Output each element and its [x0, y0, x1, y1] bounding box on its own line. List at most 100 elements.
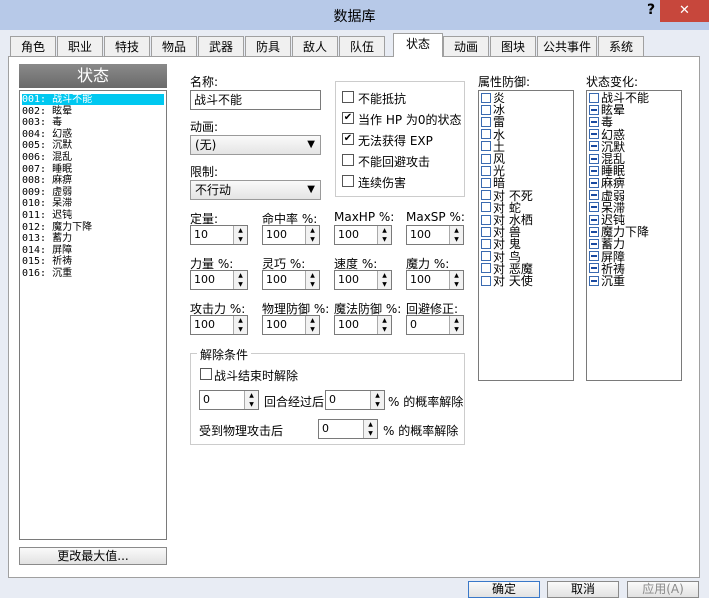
field-spinner[interactable]: 100 ▲ ▼	[334, 270, 392, 290]
minus-icon[interactable]	[589, 263, 599, 274]
checkbox-icon[interactable]	[481, 141, 491, 152]
cancel-button[interactable]: 取消	[547, 581, 619, 598]
checkbox-icon[interactable]	[481, 251, 491, 262]
checkbox-icon[interactable]	[481, 116, 491, 127]
help-button[interactable]: ?	[644, 2, 658, 20]
minus-icon[interactable]	[589, 190, 599, 201]
checkbox-icon[interactable]	[589, 92, 599, 103]
flag-checkbox[interactable]	[342, 175, 354, 187]
element-defense-list[interactable]: 炎冰雷水土风光暗对 不死对 蛇对 水栖对 兽对 鬼对 鸟对 恶魔对 天使	[478, 90, 574, 381]
state-list-item[interactable]: 014: 屏障	[22, 245, 72, 256]
state-list-item[interactable]: 006: 混乱	[22, 152, 72, 163]
spin-down-icon[interactable]: ▼	[370, 400, 384, 409]
minus-icon[interactable]	[589, 226, 599, 237]
field-spinner[interactable]: 100 ▲ ▼	[190, 270, 248, 290]
checkbox-icon[interactable]	[481, 238, 491, 249]
state-list-item[interactable]: 015: 祈祷	[22, 256, 72, 267]
minus-icon[interactable]	[589, 153, 599, 164]
change-max-button[interactable]: 更改最大值...	[19, 547, 167, 565]
animation-select[interactable]: (无) ▼	[190, 135, 321, 155]
checkbox-icon[interactable]	[481, 104, 491, 115]
spin-down-icon[interactable]: ▼	[305, 235, 319, 244]
spin-down-icon[interactable]: ▼	[449, 325, 463, 334]
spin-down-icon[interactable]: ▼	[377, 325, 391, 334]
checkbox-icon[interactable]	[481, 202, 491, 213]
state-list-item[interactable]: 012: 魔力下降	[22, 222, 92, 233]
state-list-item[interactable]: 011: 迟钝	[22, 210, 72, 221]
spin-down-icon[interactable]: ▼	[363, 429, 377, 438]
physical-probability-spinner[interactable]: 0 ▲ ▼	[318, 419, 378, 439]
state-list-item[interactable]: 010: 呆滞	[22, 198, 72, 209]
spin-down-icon[interactable]: ▼	[377, 235, 391, 244]
spin-down-icon[interactable]: ▼	[449, 235, 463, 244]
apply-button[interactable]: 应用(A)	[627, 581, 699, 598]
minus-icon[interactable]	[589, 129, 599, 140]
flag-checkbox[interactable]: ✔	[342, 112, 354, 124]
tab-9[interactable]: 状态	[393, 33, 443, 57]
state-list-item[interactable]: 003: 毒	[22, 117, 62, 128]
minus-icon[interactable]	[589, 275, 599, 286]
spin-down-icon[interactable]: ▼	[233, 325, 247, 334]
field-spinner[interactable]: 100 ▲ ▼	[262, 315, 320, 335]
spin-down-icon[interactable]: ▼	[233, 235, 247, 244]
field-spinner[interactable]: 10 ▲ ▼	[190, 225, 248, 245]
checkbox-icon[interactable]	[481, 263, 491, 274]
field-spinner[interactable]: 100 ▲ ▼	[406, 225, 464, 245]
state-list-item[interactable]: 002: 眩晕	[22, 106, 72, 117]
field-spinner[interactable]: 100 ▲ ▼	[334, 315, 392, 335]
tab-5[interactable]: 武器	[198, 36, 244, 56]
tab-7[interactable]: 敌人	[292, 36, 338, 56]
field-spinner[interactable]: 100 ▲ ▼	[262, 270, 320, 290]
checkbox-icon[interactable]	[481, 275, 491, 286]
checkbox-icon[interactable]	[481, 92, 491, 103]
tab-12[interactable]: 公共事件	[537, 36, 597, 56]
restriction-select[interactable]: 不行动 ▼	[190, 180, 321, 200]
checkbox-icon[interactable]	[481, 226, 491, 237]
minus-icon[interactable]	[589, 214, 599, 225]
minus-icon[interactable]	[589, 141, 599, 152]
state-list-item[interactable]: 007: 睡眠	[22, 164, 72, 175]
field-spinner[interactable]: 100 ▲ ▼	[262, 225, 320, 245]
state-list-item[interactable]: 013: 蓄力	[22, 233, 72, 244]
tab-13[interactable]: 系统	[598, 36, 644, 56]
checkbox-icon[interactable]	[481, 165, 491, 176]
checkbox-icon[interactable]	[481, 129, 491, 140]
element-defense-item[interactable]: 对 天使	[481, 275, 533, 288]
spin-down-icon[interactable]: ▼	[305, 280, 319, 289]
state-list-item[interactable]: 008: 麻痹	[22, 175, 72, 186]
tab-11[interactable]: 图块	[490, 36, 536, 56]
state-list-item[interactable]: 016: 沉重	[22, 268, 72, 279]
tab-4[interactable]: 物品	[151, 36, 197, 56]
field-spinner[interactable]: 100 ▲ ▼	[406, 270, 464, 290]
minus-icon[interactable]	[589, 116, 599, 127]
flag-checkbox[interactable]: ✔	[342, 133, 354, 145]
state-list-item[interactable]: 005: 沉默	[22, 140, 72, 151]
close-button[interactable]: ✕	[660, 0, 709, 22]
minus-icon[interactable]	[589, 177, 599, 188]
state-list-item[interactable]: 004: 幻惑	[22, 129, 72, 140]
state-list-item[interactable]: 009: 虚弱	[22, 187, 72, 198]
minus-icon[interactable]	[589, 104, 599, 115]
spin-down-icon[interactable]: ▼	[244, 400, 258, 409]
minus-icon[interactable]	[589, 238, 599, 249]
flag-checkbox[interactable]	[342, 154, 354, 166]
battle-end-checkbox[interactable]	[200, 368, 212, 380]
tab-1[interactable]: 角色	[10, 36, 56, 56]
state-change-item[interactable]: 沉重	[589, 275, 625, 288]
field-spinner[interactable]: 0 ▲ ▼	[406, 315, 464, 335]
field-spinner[interactable]: 100 ▲ ▼	[190, 315, 248, 335]
tab-8[interactable]: 队伍	[339, 36, 385, 56]
spin-down-icon[interactable]: ▼	[233, 280, 247, 289]
tab-10[interactable]: 动画	[443, 36, 489, 56]
turns-spinner[interactable]: 0 ▲ ▼	[199, 390, 259, 410]
minus-icon[interactable]	[589, 165, 599, 176]
spin-down-icon[interactable]: ▼	[377, 280, 391, 289]
name-input[interactable]: 战斗不能	[190, 90, 321, 110]
state-list[interactable]: 001: 战斗不能 002: 眩晕 003: 毒 004: 幻惑 005: 沉默 006:…	[19, 90, 167, 540]
turns-probability-spinner[interactable]: 0 ▲ ▼	[325, 390, 385, 410]
minus-icon[interactable]	[589, 202, 599, 213]
minus-icon[interactable]	[589, 251, 599, 262]
flag-checkbox[interactable]	[342, 91, 354, 103]
checkbox-icon[interactable]	[481, 190, 491, 201]
state-list-item[interactable]: 001: 战斗不能	[22, 94, 164, 105]
